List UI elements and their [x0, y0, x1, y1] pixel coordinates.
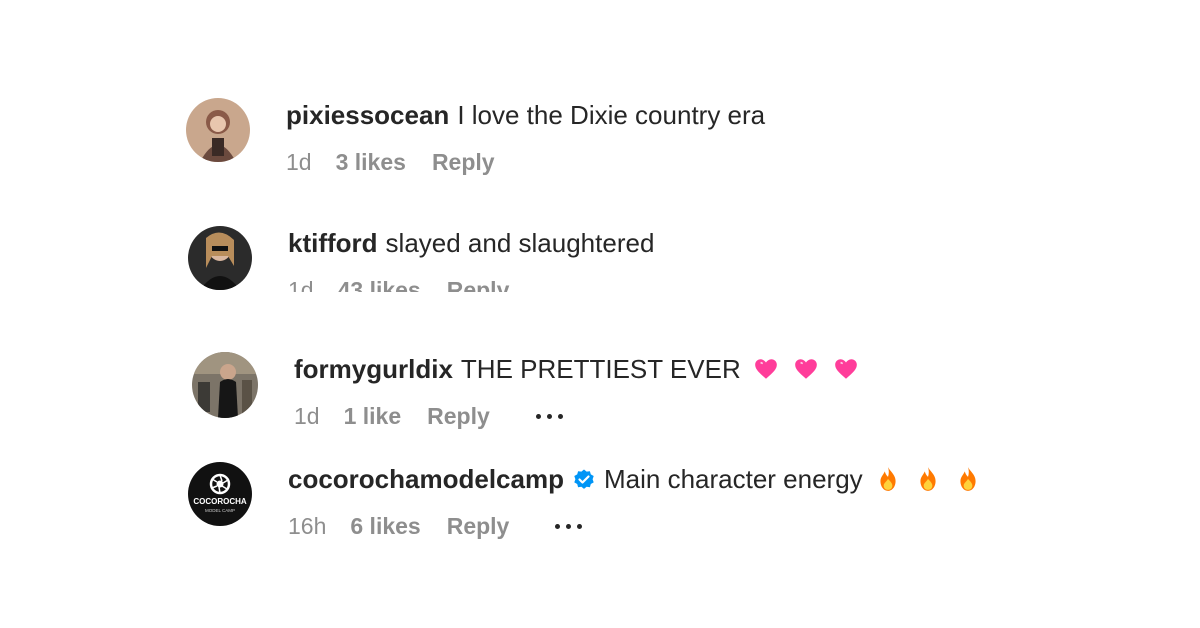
comment-body: cocorochamodelcamp Main character energy… [288, 462, 981, 540]
pink-heart-icon [834, 359, 857, 379]
pink-heart-icon [794, 359, 817, 379]
reply-button[interactable]: Reply [427, 402, 490, 430]
avatar[interactable]: COCOROCHA MODEL CAMP [188, 462, 252, 526]
timestamp: 16h [288, 513, 327, 539]
likes-count[interactable]: 43 likes [338, 276, 421, 292]
avatar-text: COCOROCHA [193, 497, 247, 506]
comment-meta: 1d 43 likes Reply [288, 276, 654, 292]
username[interactable]: formygurldix [294, 352, 453, 386]
emoji-group [753, 356, 859, 382]
reply-button[interactable]: Reply [447, 512, 510, 540]
comment-meta: 1d 1 like Reply [294, 402, 859, 430]
comment-line: ktifford slayed and slaughtered [288, 226, 654, 260]
verified-badge-icon [574, 469, 594, 489]
pink-heart-icon [754, 359, 777, 379]
comment-line: formygurldix THE PRETTIEST EVER [294, 352, 859, 386]
more-options-icon[interactable] [535, 413, 563, 419]
comment-text: slayed and slaughtered [385, 228, 655, 258]
avatar[interactable] [192, 352, 258, 418]
emoji-group [875, 466, 981, 492]
comment-line: cocorochamodelcamp Main character energy [288, 462, 981, 496]
comment-item: formygurldix THE PRETTIEST EVER 1d 1 lik… [192, 352, 859, 430]
comment-text: THE PRETTIEST EVER [460, 354, 741, 384]
comment-item: ktifford slayed and slaughtered 1d 43 li… [188, 226, 654, 292]
comment-body: formygurldix THE PRETTIEST EVER 1d 1 lik… [294, 352, 859, 430]
reply-button[interactable]: Reply [447, 276, 510, 292]
comment-item: COCOROCHA MODEL CAMP cocorochamodelcamp … [188, 462, 981, 540]
avatar[interactable] [188, 226, 252, 290]
username[interactable]: cocorochamodelcamp [288, 462, 564, 496]
more-options-icon[interactable] [555, 523, 583, 529]
comment-body: ktifford slayed and slaughtered 1d 43 li… [288, 226, 654, 292]
fire-icon [960, 467, 976, 491]
avatar-text: MODEL CAMP [205, 508, 235, 513]
timestamp: 1d [294, 403, 320, 429]
username[interactable]: ktifford [288, 226, 378, 260]
likes-count[interactable]: 6 likes [350, 512, 420, 540]
timestamp: 1d [288, 277, 314, 292]
comment-text: Main character energy [603, 464, 863, 494]
fire-icon [920, 467, 936, 491]
fire-icon [880, 467, 896, 491]
clipped-region: ktifford slayed and slaughtered 1d 43 li… [0, 0, 1200, 292]
likes-count[interactable]: 1 like [344, 402, 402, 430]
comment-meta: 16h 6 likes Reply [288, 512, 981, 540]
